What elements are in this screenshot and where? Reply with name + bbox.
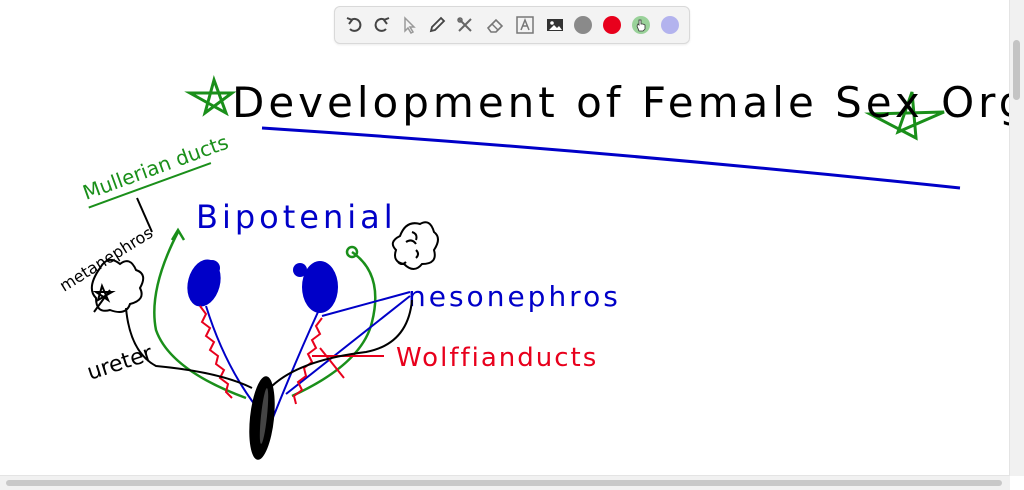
undo-button[interactable] [343, 13, 367, 37]
horizontal-scroll-thumb[interactable] [6, 480, 1002, 486]
gonad-left-top [204, 260, 220, 276]
ureter-right [271, 299, 413, 387]
text-button[interactable] [513, 13, 537, 37]
drawing-title: Development of Female Sex Orgons [232, 78, 1024, 127]
ureter-label: ureter [84, 341, 157, 386]
hand-cursor-icon [636, 19, 646, 32]
redo-button[interactable] [369, 13, 393, 37]
pen-button[interactable] [425, 13, 449, 37]
image-icon [547, 19, 563, 31]
redo-icon [374, 17, 390, 32]
gonad-right-top [293, 263, 307, 277]
wolffian-label: Wolffianducts [396, 343, 598, 373]
color-purple-swatch[interactable] [661, 16, 679, 34]
mesonephros-label: nesonephros [408, 280, 621, 313]
muellerian-label: Mullerian ducts [80, 130, 232, 205]
ovary-doodle [391, 221, 439, 270]
metanephros-doodle [90, 258, 145, 313]
pen-icon [429, 16, 446, 33]
gonad-right [302, 261, 338, 313]
color-gray-swatch[interactable] [574, 16, 592, 34]
color-red-swatch[interactable] [603, 16, 621, 34]
bipotential-label: Bipotenial [196, 198, 397, 236]
horizontal-scrollbar[interactable] [0, 475, 1010, 490]
star-doodle-left [184, 75, 237, 117]
title-underline [261, 126, 961, 190]
muellerian-label-group: Mullerian ducts [80, 130, 232, 209]
vertical-scroll-thumb[interactable] [1013, 40, 1020, 100]
tools-button[interactable] [453, 13, 477, 37]
gonad-left [187, 259, 221, 307]
tools-icon [457, 17, 472, 32]
eraser-button[interactable] [483, 13, 507, 37]
text-icon [516, 16, 534, 34]
muellerian-duct-left [153, 231, 247, 400]
ureter-label-group: ureter [84, 341, 157, 386]
undo-icon [346, 17, 362, 32]
whiteboard-canvas[interactable]: Development of Female Sex Orgons Mulleri… [0, 0, 1024, 490]
color-green-swatch[interactable] [632, 16, 650, 34]
vertical-scrollbar[interactable] [1009, 0, 1024, 476]
eraser-icon [486, 18, 504, 33]
pointer-icon [404, 16, 416, 34]
image-button[interactable] [543, 13, 567, 37]
wolffian-pointer [312, 347, 384, 379]
drawing-toolbar [334, 6, 690, 44]
star-doodle-small [92, 283, 116, 303]
pointer-button[interactable] [397, 13, 421, 37]
